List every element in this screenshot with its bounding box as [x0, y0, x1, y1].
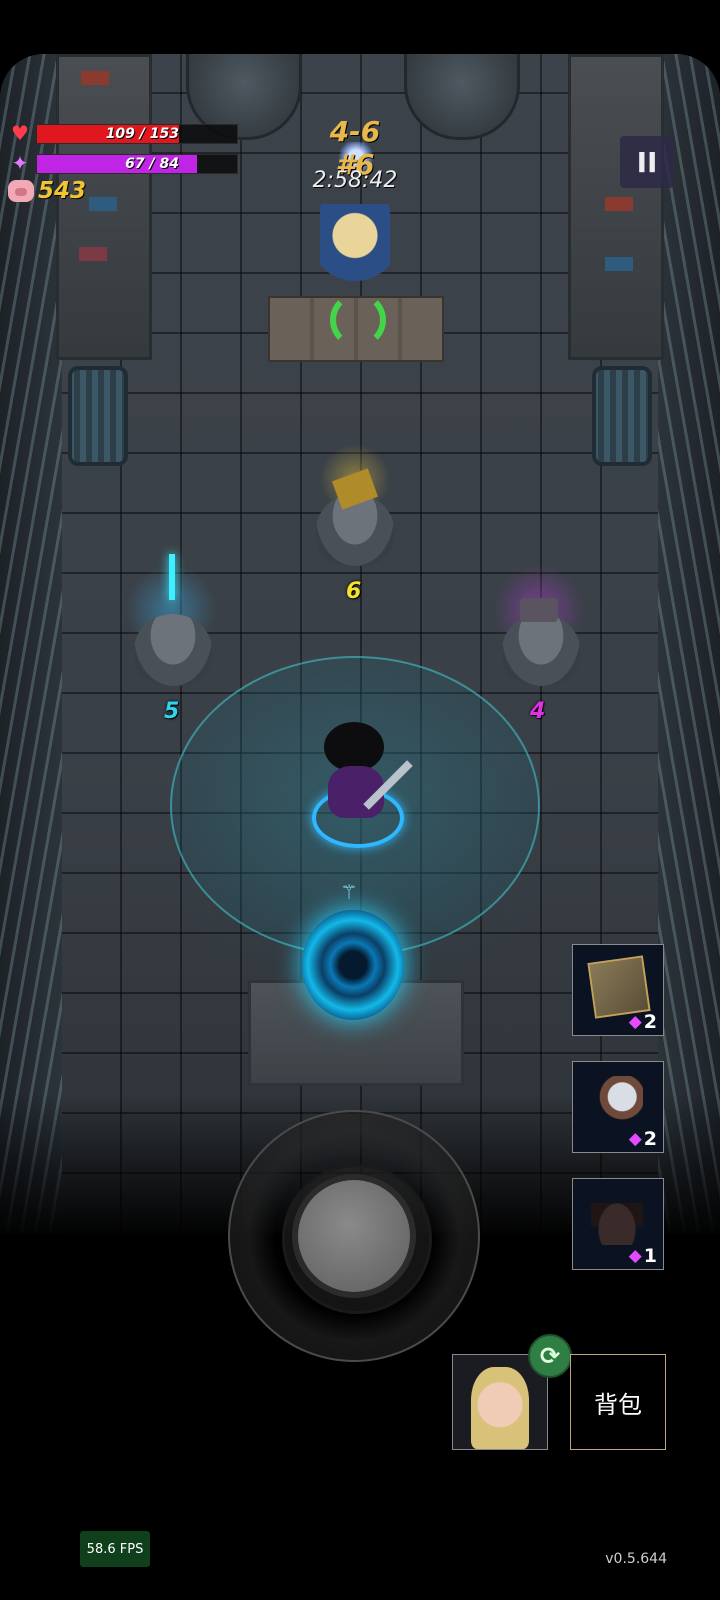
- refresh-shop-icon[interactable]: [330, 292, 386, 348]
- price-right: 4: [530, 699, 546, 724]
- gold-counter: 543: [8, 178, 86, 204]
- health-bar: ♥ 109 / 153: [8, 121, 238, 145]
- cart-turret-icon: [591, 1076, 643, 1128]
- pause-icon: II: [636, 145, 658, 179]
- heart-icon: ♥: [11, 121, 29, 145]
- cyan-blade-item[interactable]: [169, 554, 175, 600]
- top-hat-icon: [591, 1193, 643, 1245]
- backpack-label: 背包: [594, 1390, 642, 1419]
- bookshelf-left: [56, 54, 152, 360]
- rune-cube-icon: [587, 955, 651, 1019]
- diamond-icon: ✦: [11, 151, 29, 175]
- fps-counter: 58.6 FPS: [80, 1531, 150, 1567]
- left-wall: [0, 54, 62, 1234]
- mana-text: 67 / 84: [125, 156, 179, 172]
- dark-tome-item[interactable]: [520, 598, 558, 622]
- pedestal-right[interactable]: [502, 614, 580, 686]
- gem-icon: ◆: [628, 1012, 642, 1032]
- mana-bar: ✦ 67 / 84: [8, 151, 238, 175]
- refresh-icon: ⟳: [539, 1342, 561, 1370]
- health-text: 109 / 153: [105, 126, 179, 142]
- right-wall: [658, 54, 720, 1234]
- dungeon-scene[interactable]: 6 5 4 ⚚: [0, 54, 720, 1234]
- companion-avatar: [471, 1367, 529, 1449]
- item-slot-top-hat[interactable]: ◆ 1: [572, 1178, 664, 1270]
- swap-character-button[interactable]: ⟳: [528, 1334, 572, 1378]
- slot-cost: 1: [643, 1245, 657, 1267]
- joystick-knob[interactable]: [298, 1180, 410, 1292]
- virtual-joystick[interactable]: [228, 1110, 480, 1362]
- price-center: 6: [346, 579, 362, 604]
- portal-icon[interactable]: [302, 910, 404, 1020]
- pedestal-left[interactable]: [134, 614, 212, 686]
- player-character: [318, 722, 390, 822]
- slot-cost: 2: [643, 1128, 657, 1150]
- rune-icon: ⚚: [340, 880, 358, 904]
- pause-button[interactable]: II: [620, 136, 674, 188]
- barrel-left: [68, 366, 128, 466]
- backpack-button[interactable]: 背包: [570, 1354, 666, 1450]
- item-slot-rune-cube[interactable]: ◆ 2: [572, 944, 664, 1036]
- version-label: v0.5.644: [605, 1551, 667, 1567]
- gold-value: 543: [38, 178, 87, 204]
- gem-icon: ◆: [628, 1246, 642, 1266]
- piggy-bank-icon: [8, 180, 34, 202]
- bookshelf-right: [568, 54, 664, 360]
- shopkeeper-npc[interactable]: [320, 204, 390, 294]
- pillar-top-right: [404, 54, 520, 140]
- gem-icon: ◆: [628, 1129, 642, 1149]
- run-timer: 2:58:42: [312, 168, 398, 193]
- barrel-right: [592, 366, 652, 466]
- slot-cost: 2: [643, 1011, 657, 1033]
- item-slot-cart-turret[interactable]: ◆ 2: [572, 1061, 664, 1153]
- price-left: 5: [164, 699, 180, 724]
